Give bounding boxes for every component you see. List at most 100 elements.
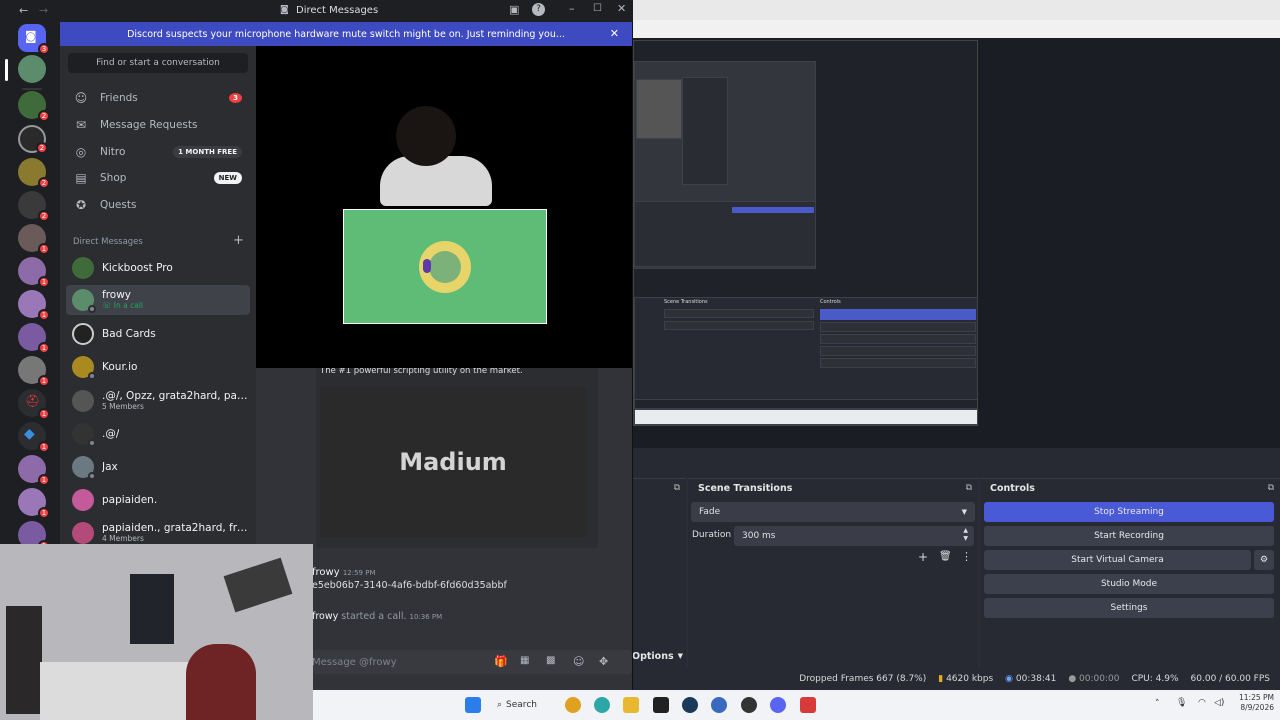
steam-icon[interactable] — [682, 697, 698, 713]
badge: 1 — [38, 441, 50, 453]
start-virtual-camera-button[interactable]: Start Virtual Camera — [984, 550, 1251, 570]
maximize-icon[interactable]: ☐ — [593, 3, 602, 14]
app-icon[interactable] — [800, 697, 816, 713]
nav-shop[interactable]: ▤ Shop NEW — [66, 166, 250, 190]
badge: 1 — [38, 309, 50, 321]
dm-item[interactable]: .@/, Opzz, grata2hard, papiai...5 Member… — [66, 386, 250, 416]
stream-time-value: 00:38:41 — [1015, 674, 1057, 684]
close-icon[interactable]: ✕ — [617, 2, 626, 15]
volume-icon[interactable]: ◁) — [1214, 698, 1224, 708]
mini-scene-transitions-label: Scene Transitions — [664, 299, 708, 305]
add-icon[interactable]: + — [918, 550, 928, 564]
server-icon[interactable]: 1 — [18, 488, 50, 519]
discord-logo-icon: ◙ — [280, 5, 289, 15]
create-dm-icon[interactable]: + — [233, 233, 244, 248]
server-icon[interactable]: 1 — [18, 257, 50, 288]
options-button[interactable]: Options ▼ — [632, 648, 688, 664]
studio-mode-button[interactable]: Studio Mode — [984, 574, 1274, 594]
dm-item-selected[interactable]: frowy ☏ In a call — [66, 285, 250, 315]
inbox-icon[interactable]: ▣ — [509, 3, 519, 16]
chrome-icon[interactable] — [565, 697, 581, 713]
taskbar-clock[interactable]: 11:25 PM 8/9/2026 — [1228, 693, 1274, 713]
duration-input[interactable]: 300 ms ▲ ▼ — [734, 526, 974, 546]
find-conversation-button[interactable]: Find or start a conversation — [68, 53, 248, 73]
server-icon[interactable]: 1 — [18, 356, 50, 387]
server-icon[interactable]: 2 — [18, 191, 50, 222]
server-icon[interactable]: 1 — [18, 290, 50, 321]
epic-games-icon[interactable] — [653, 697, 669, 713]
notice-text: Discord suspects your microphone hardwar… — [127, 28, 565, 40]
dm-item[interactable]: .@/ — [66, 419, 250, 449]
dm-item[interactable]: Kickboost Pro — [66, 253, 250, 283]
nav-friends[interactable]: ☺ Friends 3 — [66, 86, 250, 110]
tray-chevron-icon[interactable]: ˄ — [1155, 699, 1160, 709]
obs-preview[interactable]: Scene Transitions Controls — [633, 40, 978, 426]
stepper-icon[interactable]: ▲ ▼ — [963, 527, 968, 543]
emoji-icon[interactable]: ☺ — [573, 655, 584, 668]
avatar — [72, 289, 96, 313]
trash-icon[interactable]: 🗑 — [939, 551, 952, 562]
back-arrow-icon[interactable]: ← — [19, 4, 28, 17]
server-icon[interactable]: 1 — [18, 224, 50, 255]
participant-tile[interactable] — [343, 209, 547, 324]
app-icon[interactable] — [711, 697, 727, 713]
dm-item[interactable]: papiaiden. — [66, 485, 250, 515]
file-explorer-icon[interactable] — [623, 697, 639, 713]
nav-message-requests[interactable]: ✉ Message Requests — [66, 113, 250, 137]
server-icon[interactable]: ◆ 1 — [18, 422, 50, 453]
forward-arrow-icon[interactable]: → — [39, 4, 48, 17]
windows-start-icon[interactable] — [465, 697, 481, 713]
settings-button[interactable]: Settings — [984, 598, 1274, 618]
apps-icon[interactable]: ✥ — [599, 655, 608, 668]
server-icon[interactable]: 2 — [18, 91, 50, 122]
taskbar-search[interactable]: ⌕ Search — [497, 696, 553, 714]
nav-nitro[interactable]: ◎ Nitro 1 MONTH FREE — [66, 140, 250, 164]
mute-switch-notice: Discord suspects your microphone hardwar… — [60, 22, 632, 46]
server-icon[interactable]: 2 — [18, 125, 48, 154]
close-icon[interactable]: ✕ — [610, 27, 619, 40]
obs-icon[interactable] — [741, 697, 757, 713]
start-recording-button[interactable]: Start Recording — [984, 526, 1274, 546]
server-icon[interactable]: 1 — [18, 323, 50, 354]
message-input[interactable]: Message @frowy 🎁 ▦ ▩ ☺ ✥ — [312, 650, 632, 674]
microphone-icon[interactable]: 🎙 — [1176, 698, 1187, 708]
edge-icon[interactable] — [594, 697, 610, 713]
badge: 1 — [38, 243, 50, 255]
wifi-icon[interactable]: ◠ — [1198, 698, 1206, 708]
dm-item[interactable]: Bad Cards — [66, 319, 250, 349]
server-icon[interactable]: 2 — [18, 158, 50, 189]
nav-quests[interactable]: ✪ Quests — [66, 193, 250, 217]
help-icon[interactable]: ? — [532, 3, 545, 16]
mini-btn — [820, 358, 976, 368]
stop-streaming-button[interactable]: Stop Streaming — [984, 502, 1274, 522]
minimize-icon[interactable]: – — [569, 2, 575, 15]
gift-icon[interactable]: 🎁 — [494, 655, 508, 668]
home-button[interactable]: ◙ 3 — [18, 24, 50, 55]
dropped-frames: Dropped Frames 667 (8.7%) — [799, 674, 927, 684]
avatar — [72, 323, 94, 345]
status-dot — [88, 439, 96, 447]
dock-float-icon[interactable]: ⧉ — [966, 483, 972, 493]
server-icon[interactable]: 1 — [18, 455, 50, 486]
mail-icon: ✉ — [75, 118, 87, 132]
transition-select[interactable]: Fade ▼ — [691, 502, 975, 522]
embed-image-title[interactable]: Madium — [320, 387, 586, 537]
dm-item[interactable]: Kour.io — [66, 352, 250, 382]
dm-item[interactable]: Jax — [66, 452, 250, 482]
phone-icon: ☏ — [102, 301, 112, 310]
dm-sub: 4 Members — [102, 534, 144, 543]
fps: 60.00 / 60.00 FPS — [1190, 674, 1270, 684]
dock-float-icon[interactable]: ⧉ — [674, 483, 680, 493]
discord-taskbar-icon[interactable] — [770, 697, 786, 713]
server-icon[interactable] — [18, 55, 46, 83]
sticker-icon[interactable]: ▩ — [546, 655, 555, 666]
gif-icon[interactable]: ▦ — [520, 655, 529, 666]
call-author: frowy — [312, 611, 339, 622]
server-icon[interactable]: ⛑ 1 — [18, 389, 50, 420]
avatar — [72, 390, 94, 412]
search-icon: ⌕ — [497, 700, 503, 710]
bitrate: ▮ 4620 kbps — [938, 674, 993, 684]
more-icon[interactable]: ⋮ — [961, 550, 972, 563]
virtual-camera-settings-button[interactable]: ⚙ — [1254, 550, 1274, 570]
dock-float-icon[interactable]: ⧉ — [1268, 483, 1274, 493]
